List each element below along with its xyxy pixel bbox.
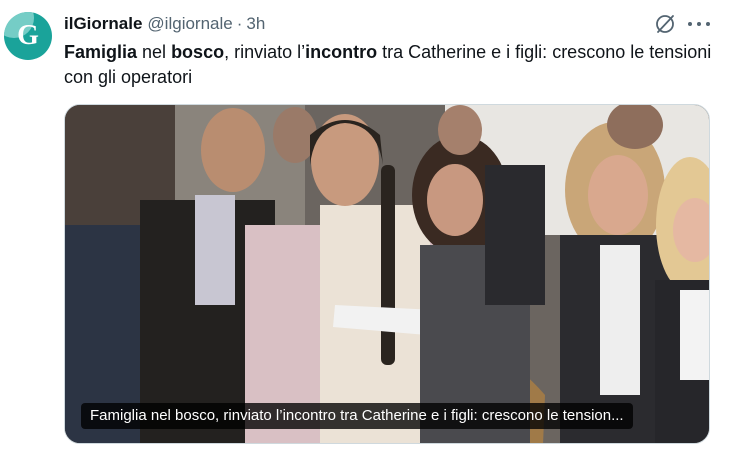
post-time[interactable]: 3h [246,14,265,34]
more-icon[interactable] [688,15,710,33]
tweet-text-part: nel [137,42,172,62]
tweet-text-part: , rinviato l’ [224,42,306,62]
tweet-bold-incontro: incontro [305,42,378,62]
account-handle[interactable]: @ilgiornale [147,14,232,34]
tweet-media-image[interactable]: Famiglia nel bosco, rinviato l’incontro … [64,104,710,444]
tweet-bold-bosco: bosco [171,42,225,62]
tweet-text: Famiglia nel bosco, rinviato l’incontro … [64,40,714,90]
media-photo [65,105,709,443]
tweet-bold-famiglia: Famiglia [64,42,138,62]
account-name[interactable]: ilGiornale [64,14,142,34]
account-avatar[interactable]: G [4,12,52,60]
header-separator: · [236,14,243,33]
grok-icon[interactable] [654,13,676,35]
avatar-letter: G [17,20,39,51]
tweet-header: ilGiornale @ilgiornale · 3h [64,12,265,36]
media-caption: Famiglia nel bosco, rinviato l’incontro … [81,403,633,429]
